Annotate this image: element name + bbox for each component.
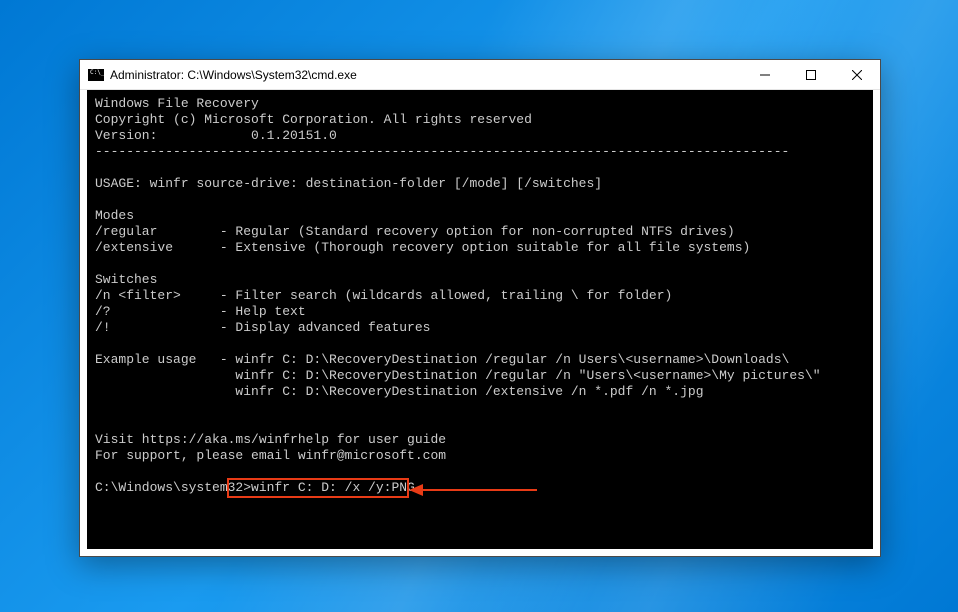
terminal-line: winfr C: D:\RecoveryDestination /extensi… bbox=[95, 384, 865, 400]
close-button[interactable] bbox=[834, 60, 880, 89]
terminal-line: Visit https://aka.ms/winfrhelp for user … bbox=[95, 432, 865, 448]
terminal-line bbox=[95, 400, 865, 416]
terminal-line: Windows File Recovery bbox=[95, 96, 865, 112]
terminal-line: Version: 0.1.20151.0 bbox=[95, 128, 865, 144]
terminal-line: Example usage - winfr C: D:\RecoveryDest… bbox=[95, 352, 865, 368]
cmd-icon bbox=[88, 69, 104, 81]
terminal-line: winfr C: D:\RecoveryDestination /regular… bbox=[95, 368, 865, 384]
terminal-line: /! - Display advanced features bbox=[95, 320, 865, 336]
prompt-line: C:\Windows\system32>winfr C: D: /x /y:PN… bbox=[95, 480, 865, 496]
terminal-line bbox=[95, 160, 865, 176]
terminal-line: Switches bbox=[95, 272, 865, 288]
prompt-path: C:\Windows\system32> bbox=[95, 480, 251, 496]
terminal-line bbox=[95, 464, 865, 480]
terminal-output: Windows File RecoveryCopyright (c) Micro… bbox=[95, 96, 865, 480]
terminal-line: Modes bbox=[95, 208, 865, 224]
minimize-button[interactable] bbox=[742, 60, 788, 89]
window-title: Administrator: C:\Windows\System32\cmd.e… bbox=[110, 68, 742, 82]
terminal-line: /n <filter> - Filter search (wildcards a… bbox=[95, 288, 865, 304]
terminal-line: Copyright (c) Microsoft Corporation. All… bbox=[95, 112, 865, 128]
titlebar[interactable]: Administrator: C:\Windows\System32\cmd.e… bbox=[80, 60, 880, 90]
terminal-line bbox=[95, 416, 865, 432]
maximize-button[interactable] bbox=[788, 60, 834, 89]
terminal-line: /regular - Regular (Standard recovery op… bbox=[95, 224, 865, 240]
terminal-line bbox=[95, 192, 865, 208]
window-controls bbox=[742, 60, 880, 89]
cmd-window: Administrator: C:\Windows\System32\cmd.e… bbox=[79, 59, 881, 557]
terminal-line bbox=[95, 336, 865, 352]
typed-command: winfr C: D: /x /y:PNG bbox=[251, 480, 415, 496]
terminal-line: USAGE: winfr source-drive: destination-f… bbox=[95, 176, 865, 192]
terminal-area[interactable]: Windows File RecoveryCopyright (c) Micro… bbox=[87, 90, 873, 549]
terminal-line: /? - Help text bbox=[95, 304, 865, 320]
terminal-line: ----------------------------------------… bbox=[95, 144, 865, 160]
terminal-line: For support, please email winfr@microsof… bbox=[95, 448, 865, 464]
cursor-icon bbox=[415, 490, 423, 492]
terminal-line bbox=[95, 256, 865, 272]
terminal-line: /extensive - Extensive (Thorough recover… bbox=[95, 240, 865, 256]
